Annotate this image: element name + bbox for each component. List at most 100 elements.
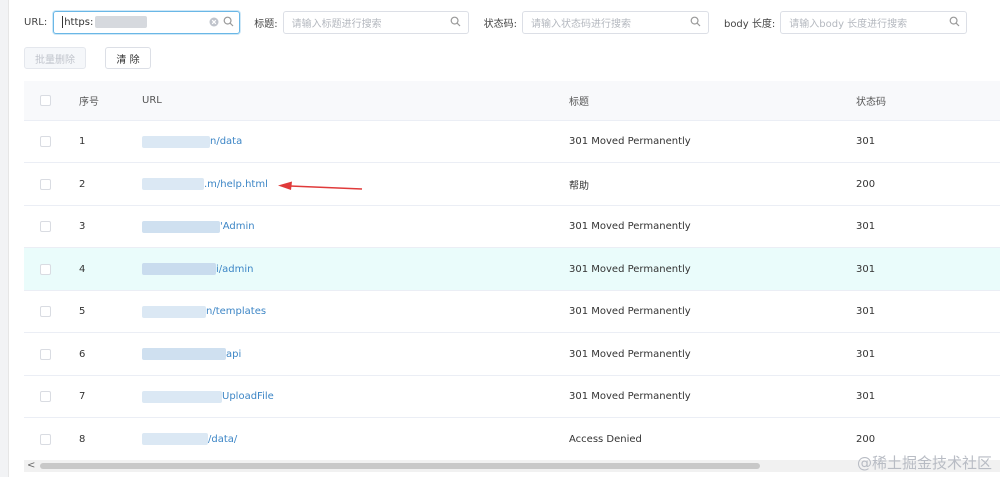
left-sidebar-strip xyxy=(0,0,9,477)
row-url-text: api xyxy=(226,348,242,360)
row-title: 帮助 xyxy=(569,180,589,192)
watermark: @稀土掘金技术社区 xyxy=(856,454,992,472)
table-row[interactable]: 8 /data/ Access Denied 200 xyxy=(24,418,1000,460)
row-index: 4 xyxy=(79,263,86,275)
batch-delete-button[interactable]: 批量删除 xyxy=(24,47,86,69)
row-title: 301 Moved Permanently xyxy=(569,221,691,232)
redacted-text xyxy=(142,135,210,148)
scrollbar-thumb[interactable] xyxy=(40,463,760,469)
table-row[interactable]: 6 api 301 Moved Permanently 301 xyxy=(24,333,1000,376)
row-index: 5 xyxy=(79,306,86,317)
row-url-link[interactable]: /data/ xyxy=(142,433,237,445)
row-status: 301 xyxy=(856,263,876,275)
row-url-text: /data/ xyxy=(208,433,238,445)
redacted-text xyxy=(142,178,204,190)
table-row[interactable]: 5 n/templates 301 Moved Permanently 301 xyxy=(24,291,1000,333)
table-row[interactable]: 3 'Admin 301 Moved Permanently 301 xyxy=(24,206,1000,248)
row-title: 301 Moved Permanently xyxy=(569,136,691,147)
table-row[interactable]: 4 i/admin 301 Moved Permanently 301 xyxy=(24,248,1000,291)
text-caret xyxy=(62,16,64,28)
row-status: 301 xyxy=(856,391,876,402)
redacted-text xyxy=(142,390,222,403)
row-url-text: 'Admin xyxy=(220,221,255,232)
row-title: 301 Moved Permanently xyxy=(569,306,691,317)
row-url-text: .m/help.html xyxy=(204,178,268,190)
status-filter-input[interactable]: 请输入状态码进行搜索 xyxy=(521,10,709,34)
header-url: URL xyxy=(142,95,162,106)
row-status: 301 xyxy=(856,306,876,317)
title-filter-label: 标题: xyxy=(254,18,278,30)
row-url-text: n/data xyxy=(210,136,243,147)
search-icon[interactable] xyxy=(948,16,960,28)
redacted-text xyxy=(142,263,216,275)
row-url-text: UploadFile xyxy=(222,391,274,402)
url-filter-input[interactable]: https: xyxy=(53,10,241,34)
row-checkbox[interactable] xyxy=(40,391,51,402)
filter-bar: URL: https: 标题: 请输入标题进行搜索 状态码: 请输入状态码进行搜… xyxy=(24,10,968,34)
url-filter-label: URL: xyxy=(24,16,48,28)
row-title: Access Denied xyxy=(569,433,642,445)
horizontal-scrollbar[interactable]: < xyxy=(24,460,1000,472)
title-filter-placeholder: 请输入标题进行搜索 xyxy=(291,18,382,30)
row-index: 2 xyxy=(79,178,86,190)
body-length-filter-placeholder: 请输入body 长度进行搜索 xyxy=(789,18,908,30)
row-index: 8 xyxy=(79,433,86,445)
row-url-text: n/templates xyxy=(206,306,267,317)
row-checkbox[interactable] xyxy=(40,348,51,360)
row-status: 301 xyxy=(856,348,876,360)
clear-button[interactable]: 清 除 xyxy=(105,47,151,69)
scroll-left-arrow[interactable]: < xyxy=(27,460,35,472)
row-url-link[interactable]: api xyxy=(142,348,241,360)
body-length-filter-label: body 长度: xyxy=(723,18,776,30)
row-status: 301 xyxy=(856,136,876,147)
redacted-text xyxy=(142,348,226,360)
row-status: 200 xyxy=(856,433,876,445)
row-url-link[interactable]: UploadFile xyxy=(142,390,274,403)
row-url-link[interactable]: i/admin xyxy=(142,263,253,275)
redacted-text xyxy=(142,305,206,318)
header-status: 状态码 xyxy=(856,97,886,108)
redacted-text xyxy=(142,433,208,445)
title-filter-input[interactable]: 请输入标题进行搜索 xyxy=(282,10,469,34)
search-icon[interactable] xyxy=(222,16,234,28)
results-table: 序号 URL 标题 状态码 1 n/data 301 Moved Permane… xyxy=(24,81,1000,460)
row-url-link[interactable]: 'Admin xyxy=(142,220,255,233)
row-index: 7 xyxy=(79,391,86,402)
table-header: 序号 URL 标题 状态码 xyxy=(24,81,1000,121)
row-checkbox[interactable] xyxy=(40,306,51,317)
table-row[interactable]: 7 UploadFile 301 Moved Permanently 301 xyxy=(24,376,1000,418)
url-filter-value: https: xyxy=(64,16,94,28)
header-index: 序号 xyxy=(79,97,99,108)
redacted-text xyxy=(95,16,148,28)
row-status: 200 xyxy=(856,178,876,190)
table-row[interactable]: 2 .m/help.html 帮助 200 xyxy=(24,163,1000,206)
row-title: 301 Moved Permanently xyxy=(569,263,691,275)
row-checkbox[interactable] xyxy=(40,221,51,232)
row-checkbox[interactable] xyxy=(40,263,51,275)
row-checkbox[interactable] xyxy=(40,178,51,190)
row-checkbox[interactable] xyxy=(40,433,51,445)
table-row[interactable]: 1 n/data 301 Moved Permanently 301 xyxy=(24,121,1000,163)
search-icon[interactable] xyxy=(450,16,462,28)
row-index: 6 xyxy=(79,348,86,360)
annotation-arrow-icon xyxy=(278,181,363,190)
row-url-link[interactable]: .m/help.html xyxy=(142,178,268,190)
status-filter-label: 状态码: xyxy=(483,18,517,30)
body-length-filter-input[interactable]: 请输入body 长度进行搜索 xyxy=(780,10,968,34)
search-icon[interactable] xyxy=(690,16,702,28)
clear-circle-icon[interactable] xyxy=(208,16,220,28)
row-index: 1 xyxy=(79,136,86,147)
row-status: 301 xyxy=(856,221,876,232)
action-bar: 批量删除 清 除 xyxy=(24,47,151,69)
row-url-link[interactable]: n/data xyxy=(142,135,243,148)
row-index: 3 xyxy=(79,221,86,232)
row-checkbox[interactable] xyxy=(40,136,51,147)
row-title: 301 Moved Permanently xyxy=(569,391,691,402)
row-title: 301 Moved Permanently xyxy=(569,348,691,360)
select-all-checkbox[interactable] xyxy=(40,95,51,106)
header-title: 标题 xyxy=(569,97,589,108)
redacted-text xyxy=(142,220,220,233)
row-url-link[interactable]: n/templates xyxy=(142,305,267,318)
row-url-text: i/admin xyxy=(216,263,254,275)
status-filter-placeholder: 请输入状态码进行搜索 xyxy=(530,18,631,30)
